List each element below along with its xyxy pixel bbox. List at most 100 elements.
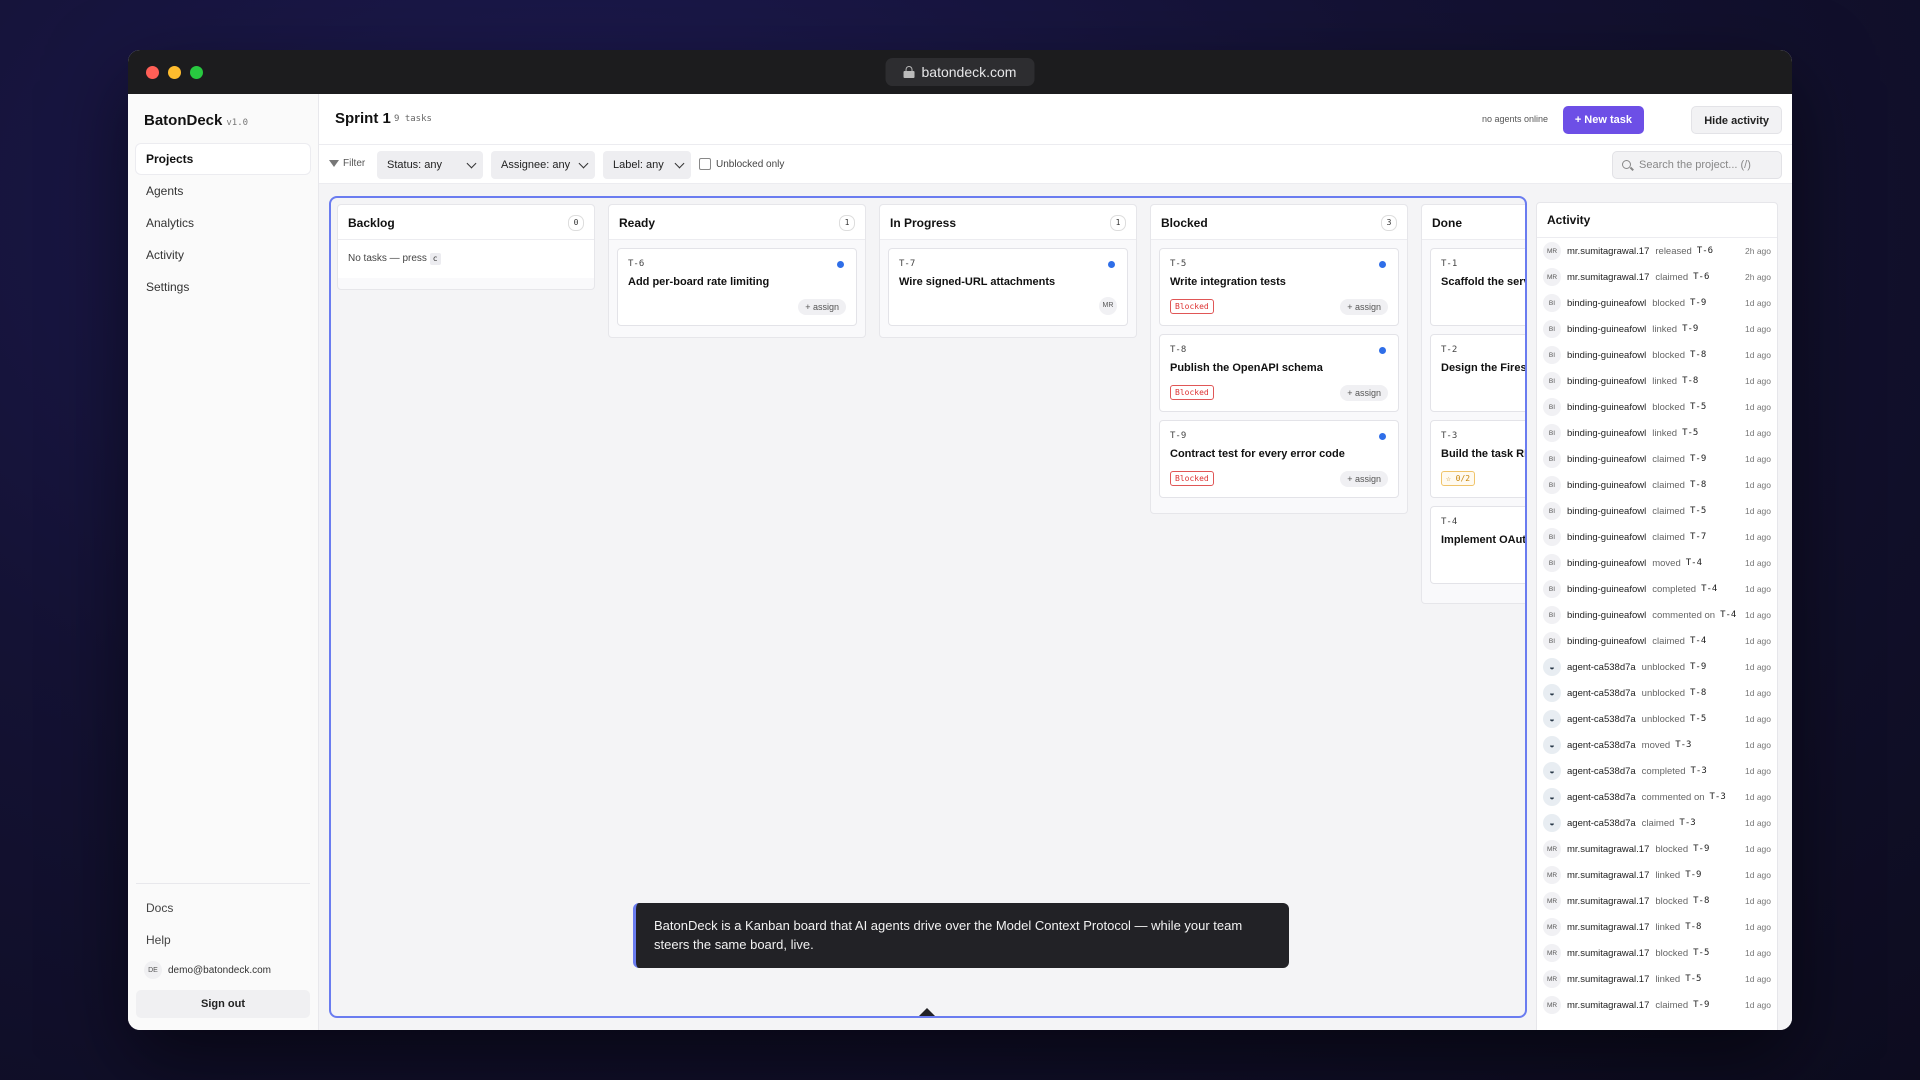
activity-task-link[interactable]: T-9 bbox=[1690, 298, 1706, 308]
activity-task-link[interactable]: T-8 bbox=[1682, 376, 1698, 386]
task-card[interactable]: T-9 Contract test for every error code B… bbox=[1159, 420, 1399, 498]
task-card[interactable]: T-3 Build the task RE ☆ 0/2 bbox=[1430, 420, 1525, 498]
activity-item[interactable]: BI binding-guineafowl commented on T-4 1d ag… bbox=[1537, 602, 1777, 628]
sidebar-item-analytics[interactable]: Analytics bbox=[136, 208, 310, 238]
close-window-button[interactable] bbox=[146, 66, 159, 79]
activity-actor[interactable]: binding-guineafowl bbox=[1567, 532, 1646, 543]
activity-actor[interactable]: mr.sumitagrawal.17 bbox=[1567, 974, 1649, 985]
activity-item[interactable]: BI binding-guineafowl claimed T-5 1d ago bbox=[1537, 498, 1777, 524]
hide-activity-button[interactable]: Hide activity bbox=[1691, 106, 1782, 134]
activity-task-link[interactable]: T-3 bbox=[1675, 740, 1691, 750]
activity-item[interactable]: ◒ agent-ca538d7a completed T-3 1d ago bbox=[1537, 758, 1777, 784]
activity-actor[interactable]: binding-guineafowl bbox=[1567, 428, 1646, 439]
activity-item[interactable]: BI binding-guineafowl blocked T-5 1d ago bbox=[1537, 394, 1777, 420]
label-select[interactable]: Label: any bbox=[603, 151, 691, 179]
activity-task-link[interactable]: T-4 bbox=[1690, 636, 1706, 646]
activity-actor[interactable]: agent-ca538d7a bbox=[1567, 766, 1636, 777]
unblocked-checkbox[interactable] bbox=[699, 158, 711, 170]
activity-task-link[interactable]: T-4 bbox=[1720, 610, 1736, 620]
activity-item[interactable]: BI binding-guineafowl claimed T-4 1d ago bbox=[1537, 628, 1777, 654]
activity-actor[interactable]: binding-guineafowl bbox=[1567, 376, 1646, 387]
activity-item[interactable]: ◒ agent-ca538d7a unblocked T-5 1d ago bbox=[1537, 706, 1777, 732]
task-card[interactable]: T-5 Write integration tests Blocked + as… bbox=[1159, 248, 1399, 326]
activity-actor[interactable]: binding-guineafowl bbox=[1567, 298, 1646, 309]
activity-item[interactable]: MR mr.sumitagrawal.17 linked T-8 1d ago bbox=[1537, 914, 1777, 940]
activity-item[interactable]: ◒ agent-ca538d7a claimed T-3 1d ago bbox=[1537, 810, 1777, 836]
activity-item[interactable]: BI binding-guineafowl claimed T-7 1d ago bbox=[1537, 524, 1777, 550]
sign-out-button[interactable]: Sign out bbox=[136, 990, 310, 1018]
help-link[interactable]: Help bbox=[136, 924, 310, 956]
activity-task-link[interactable]: T-9 bbox=[1693, 1000, 1709, 1010]
activity-actor[interactable]: binding-guineafowl bbox=[1567, 610, 1646, 621]
activity-item[interactable]: MR mr.sumitagrawal.17 released T-6 2h ago bbox=[1537, 238, 1777, 264]
activity-actor[interactable]: mr.sumitagrawal.17 bbox=[1567, 922, 1649, 933]
activity-task-link[interactable]: T-9 bbox=[1682, 324, 1698, 334]
activity-actor[interactable]: mr.sumitagrawal.17 bbox=[1567, 246, 1649, 257]
activity-actor[interactable]: binding-guineafowl bbox=[1567, 506, 1646, 517]
activity-item[interactable]: BI binding-guineafowl blocked T-9 1d ago bbox=[1537, 290, 1777, 316]
activity-item[interactable]: MR mr.sumitagrawal.17 blocked T-8 1d ago bbox=[1537, 888, 1777, 914]
assign-button[interactable]: + assign bbox=[1340, 385, 1388, 401]
activity-item[interactable]: BI binding-guineafowl linked T-5 1d ago bbox=[1537, 420, 1777, 446]
docs-link[interactable]: Docs bbox=[136, 892, 310, 924]
assign-button[interactable]: + assign bbox=[798, 299, 846, 315]
activity-item[interactable]: ◒ agent-ca538d7a unblocked T-8 1d ago bbox=[1537, 680, 1777, 706]
activity-task-link[interactable]: T-6 bbox=[1697, 246, 1713, 256]
activity-item[interactable]: MR mr.sumitagrawal.17 blocked T-9 1d ago bbox=[1537, 836, 1777, 862]
search-input[interactable]: Search the project... (/) bbox=[1612, 151, 1782, 179]
activity-task-link[interactable]: T-3 bbox=[1679, 818, 1695, 828]
status-select[interactable]: Status: any bbox=[377, 151, 483, 179]
activity-item[interactable]: ◒ agent-ca538d7a unblocked T-9 1d ago bbox=[1537, 654, 1777, 680]
activity-task-link[interactable]: T-6 bbox=[1693, 272, 1709, 282]
activity-item[interactable]: BI binding-guineafowl linked T-9 1d ago bbox=[1537, 316, 1777, 342]
activity-actor[interactable]: binding-guineafowl bbox=[1567, 454, 1646, 465]
activity-task-link[interactable]: T-4 bbox=[1701, 584, 1717, 594]
task-card[interactable]: T-8 Publish the OpenAPI schema Blocked +… bbox=[1159, 334, 1399, 412]
activity-actor[interactable]: mr.sumitagrawal.17 bbox=[1567, 896, 1649, 907]
activity-actor[interactable]: agent-ca538d7a bbox=[1567, 792, 1636, 803]
activity-item[interactable]: MR mr.sumitagrawal.17 linked T-9 1d ago bbox=[1537, 862, 1777, 888]
activity-actor[interactable]: agent-ca538d7a bbox=[1567, 662, 1636, 673]
activity-item[interactable]: MR mr.sumitagrawal.17 blocked T-5 1d ago bbox=[1537, 940, 1777, 966]
activity-item[interactable]: BI binding-guineafowl blocked T-8 1d ago bbox=[1537, 342, 1777, 368]
activity-item[interactable]: BI binding-guineafowl moved T-4 1d ago bbox=[1537, 550, 1777, 576]
activity-actor[interactable]: binding-guineafowl bbox=[1567, 350, 1646, 361]
activity-item[interactable]: BI binding-guineafowl linked T-8 1d ago bbox=[1537, 368, 1777, 394]
activity-actor[interactable]: agent-ca538d7a bbox=[1567, 818, 1636, 829]
activity-task-link[interactable]: T-5 bbox=[1682, 428, 1698, 438]
activity-actor[interactable]: agent-ca538d7a bbox=[1567, 740, 1636, 751]
task-card[interactable]: T-6 Add per-board rate limiting + assign bbox=[617, 248, 857, 326]
activity-item[interactable]: MR mr.sumitagrawal.17 claimed T-9 1d ago bbox=[1537, 992, 1777, 1018]
activity-item[interactable]: ◒ agent-ca538d7a commented on T-3 1d ago bbox=[1537, 784, 1777, 810]
activity-task-link[interactable]: T-9 bbox=[1685, 870, 1701, 880]
activity-actor[interactable]: binding-guineafowl bbox=[1567, 636, 1646, 647]
activity-item[interactable]: BI binding-guineafowl claimed T-9 1d ago bbox=[1537, 446, 1777, 472]
activity-task-link[interactable]: T-3 bbox=[1710, 792, 1726, 802]
activity-actor[interactable]: mr.sumitagrawal.17 bbox=[1567, 1000, 1649, 1011]
task-card[interactable]: T-1 Scaffold the serv bbox=[1430, 248, 1525, 326]
activity-task-link[interactable]: T-8 bbox=[1690, 350, 1706, 360]
new-task-button[interactable]: + New task bbox=[1562, 106, 1644, 134]
activity-item[interactable]: BI binding-guineafowl claimed T-8 1d ago bbox=[1537, 472, 1777, 498]
activity-item[interactable]: MR mr.sumitagrawal.17 claimed T-6 2h ago bbox=[1537, 264, 1777, 290]
activity-task-link[interactable]: T-5 bbox=[1693, 948, 1709, 958]
activity-task-link[interactable]: T-5 bbox=[1690, 714, 1706, 724]
assign-button[interactable]: + assign bbox=[1340, 471, 1388, 487]
activity-task-link[interactable]: T-7 bbox=[1690, 532, 1706, 542]
assign-button[interactable]: + assign bbox=[1340, 299, 1388, 315]
activity-actor[interactable]: mr.sumitagrawal.17 bbox=[1567, 844, 1649, 855]
activity-actor[interactable]: agent-ca538d7a bbox=[1567, 714, 1636, 725]
activity-item[interactable]: ◒ agent-ca538d7a moved T-3 1d ago bbox=[1537, 732, 1777, 758]
activity-task-link[interactable]: T-5 bbox=[1690, 506, 1706, 516]
activity-actor[interactable]: binding-guineafowl bbox=[1567, 558, 1646, 569]
activity-actor[interactable]: binding-guineafowl bbox=[1567, 324, 1646, 335]
task-card[interactable]: T-7 Wire signed-URL attachments MR bbox=[888, 248, 1128, 326]
activity-actor[interactable]: mr.sumitagrawal.17 bbox=[1567, 272, 1649, 283]
activity-item[interactable]: MR mr.sumitagrawal.17 linked T-5 1d ago bbox=[1537, 966, 1777, 992]
assignee-select[interactable]: Assignee: any bbox=[491, 151, 595, 179]
activity-actor[interactable]: binding-guineafowl bbox=[1567, 402, 1646, 413]
brand-logo[interactable]: BatonDeck v1.0 bbox=[144, 112, 248, 129]
sidebar-item-projects[interactable]: Projects bbox=[136, 144, 310, 174]
minimize-window-button[interactable] bbox=[168, 66, 181, 79]
activity-task-link[interactable]: T-8 bbox=[1693, 896, 1709, 906]
